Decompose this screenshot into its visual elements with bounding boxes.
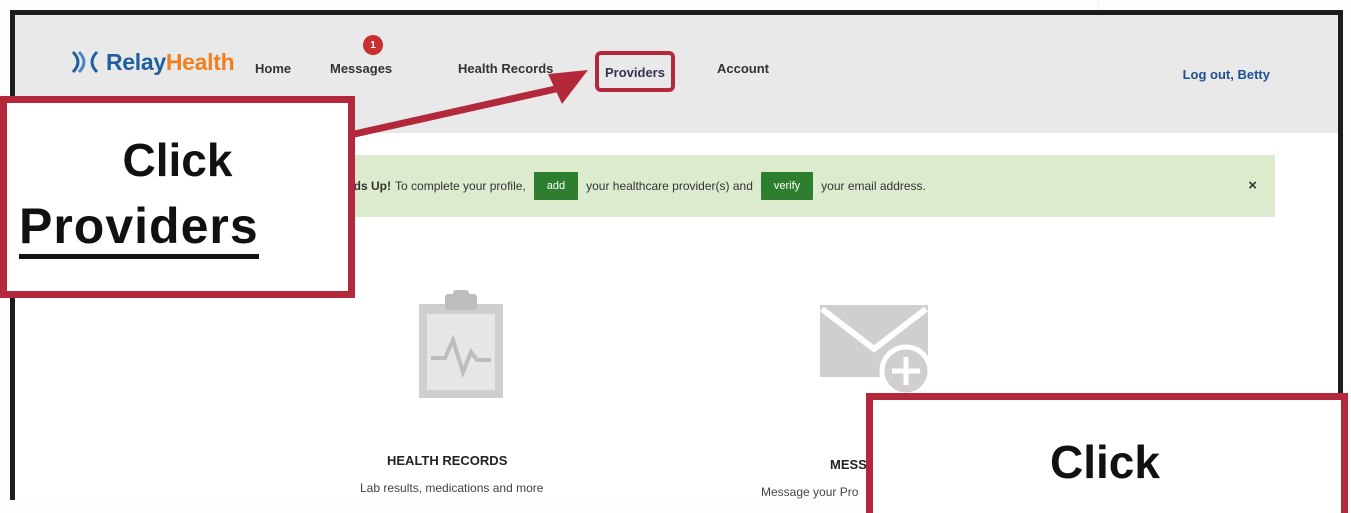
envelope-plus-icon[interactable] xyxy=(820,305,940,402)
brand-relay: Relay xyxy=(106,48,166,75)
click-bottom-callout: Click xyxy=(866,393,1348,513)
logout-link[interactable]: Log out, Betty xyxy=(1183,67,1270,82)
alert-text-2: your healthcare provider(s) and xyxy=(586,179,753,193)
callout-providers-label: Providers xyxy=(19,198,259,259)
brand-health: Health xyxy=(165,48,235,75)
alert-text-3: your email address. xyxy=(821,179,926,193)
callout-bottom-click-label: Click xyxy=(1050,436,1160,488)
clipboard-heartbeat-icon[interactable] xyxy=(415,290,507,405)
nav-health-records[interactable]: Health Records xyxy=(458,61,553,76)
verify-email-button[interactable]: verify xyxy=(760,172,814,200)
relayhealth-logo-icon xyxy=(70,49,100,75)
nav-providers[interactable]: Providers xyxy=(595,51,675,92)
nav-messages[interactable]: Messages xyxy=(330,61,392,76)
messages-card-subtitle: Message your Pro xyxy=(761,485,859,499)
messages-count-badge: 1 xyxy=(363,35,383,55)
alert-text-1: To complete your profile, xyxy=(395,179,526,193)
nav-home[interactable]: Home xyxy=(255,61,291,76)
brand-wordmark: RelayHealth xyxy=(106,48,235,76)
health-records-subtitle: Lab results, medications and more xyxy=(360,481,544,495)
nav-account[interactable]: Account xyxy=(717,61,769,76)
click-providers-callout: Click Providers xyxy=(0,96,355,298)
add-provider-button[interactable]: add xyxy=(533,172,579,200)
close-icon[interactable]: × xyxy=(1248,177,1257,194)
brand-logo[interactable]: RelayHealth xyxy=(70,45,235,79)
callout-click-label: Click xyxy=(122,134,233,186)
messages-card-title[interactable]: MESS xyxy=(830,457,867,472)
profile-alert-banner: ads Up! To complete your profile, add yo… xyxy=(325,155,1275,217)
health-records-title[interactable]: HEALTH RECORDS xyxy=(387,453,507,468)
